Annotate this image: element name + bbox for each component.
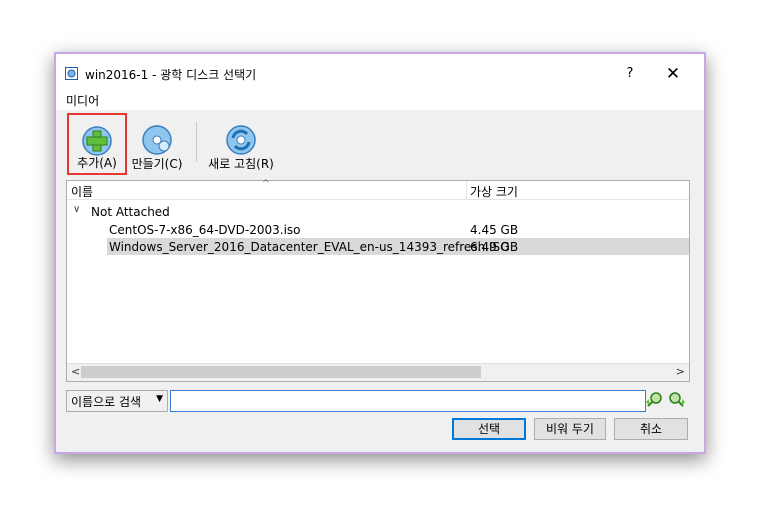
menu-media[interactable]: 미디어 (66, 92, 99, 109)
create-label: 만들기(C) (131, 157, 183, 171)
dialog-window: win2016-1 - 광학 디스크 선택기 ? ✕ 미디어 추가(A) 만들기… (56, 54, 704, 452)
item-name: CentOS-7-x86_64-DVD-2003.iso (109, 223, 301, 237)
item-size: 4.45 GB (470, 223, 519, 237)
title-bar: win2016-1 - 광학 디스크 선택기 ? ✕ (56, 54, 704, 92)
tree-header: 이름 ^ 가상 크기 (67, 179, 689, 200)
close-button[interactable]: ✕ (659, 62, 687, 86)
search-row: 이름으로 검색 ▼ (66, 390, 704, 412)
sort-up-icon: ^ (262, 179, 270, 189)
toolbar-separator (196, 122, 197, 162)
column-name[interactable]: 이름 (71, 183, 93, 200)
column-virtual-size[interactable]: 가상 크기 (470, 183, 518, 200)
toolbar: 추가(A) 만들기(C) 새로 고침(R) (56, 110, 704, 176)
horizontal-scrollbar[interactable]: < > (67, 363, 689, 381)
disk-selector-dialog: win2016-1 - 광학 디스크 선택기 ? ✕ 미디어 추가(A) 만들기… (54, 52, 706, 454)
virtualbox-icon (65, 67, 78, 80)
select-button[interactable]: 선택 (452, 418, 526, 440)
menu-bar: 미디어 (56, 92, 704, 110)
refresh-icon (226, 125, 256, 155)
create-button[interactable]: 만들기(C) (127, 114, 187, 174)
search-input[interactable] (170, 390, 646, 412)
scroll-right-icon[interactable]: > (676, 365, 685, 378)
group-not-attached[interactable]: ∨ Not Attached (67, 203, 689, 221)
search-mode-select[interactable]: 이름으로 검색 ▼ (66, 390, 168, 412)
add-disk-icon (82, 126, 112, 156)
list-item[interactable]: CentOS-7-x86_64-DVD-2003.iso 4.45 GB (107, 221, 689, 238)
refresh-button[interactable]: 새로 고침(R) (204, 114, 278, 174)
dropdown-arrow-icon: ▼ (156, 394, 163, 404)
help-button[interactable]: ? (616, 62, 644, 86)
cancel-button[interactable]: 취소 (614, 418, 688, 440)
chevron-down-icon[interactable]: ∨ (73, 204, 80, 215)
refresh-label: 새로 고침(R) (208, 157, 274, 171)
list-item-selected[interactable]: Windows_Server_2016_Datacenter_EVAL_en-u… (107, 238, 689, 255)
column-divider[interactable] (466, 181, 467, 199)
search-prev-icon[interactable] (667, 391, 685, 409)
create-disk-icon (142, 125, 172, 155)
media-tree[interactable]: 이름 ^ 가상 크기 ∨ Not Attached CentOS-7-x86_6… (66, 179, 690, 382)
leave-empty-button[interactable]: 비워 두기 (534, 418, 606, 440)
add-button[interactable]: 추가(A) (67, 113, 127, 175)
search-mode-value: 이름으로 검색 (71, 395, 142, 409)
search-next-icon[interactable] (646, 391, 664, 409)
add-label: 추가(A) (77, 156, 117, 170)
window-title: win2016-1 - 광학 디스크 선택기 (85, 68, 257, 82)
item-name: Windows_Server_2016_Datacenter_EVAL_en-u… (109, 240, 510, 254)
item-size: 6.49 GB (470, 240, 519, 254)
group-label: Not Attached (91, 205, 170, 219)
scroll-left-icon[interactable]: < (71, 365, 80, 378)
scroll-thumb[interactable] (81, 366, 481, 378)
